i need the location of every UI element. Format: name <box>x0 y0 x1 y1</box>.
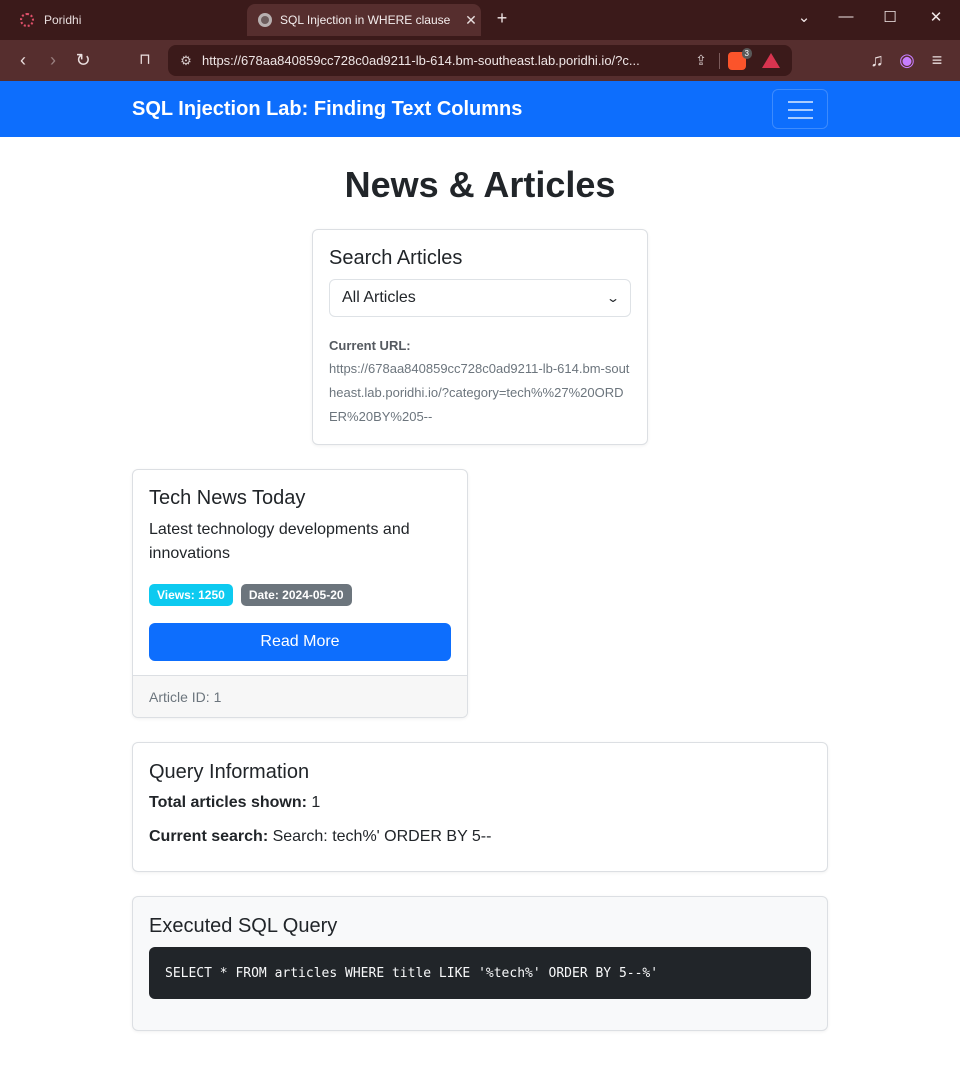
chevron-down-icon: ⌄ <box>605 291 621 305</box>
current-search-line: Current search: Search: tech%' ORDER BY … <box>149 828 811 846</box>
current-url-label: Current URL: <box>329 338 411 353</box>
navbar-brand[interactable]: SQL Injection Lab: Finding Text Columns <box>132 98 522 121</box>
query-info-card: Query Information Total articles shown: … <box>132 742 828 872</box>
sql-query-card: Executed SQL Query SELECT * FROM article… <box>132 896 828 1031</box>
url-text[interactable]: https://678aa840859cc728c0ad9211-lb-614.… <box>202 53 691 68</box>
tab-poridhi[interactable]: Poridhi <box>8 6 208 34</box>
hamburger-line <box>788 109 813 111</box>
page-title: News & Articles <box>344 164 616 205</box>
total-articles-line: Total articles shown: 1 <box>149 794 811 812</box>
globe-icon <box>258 13 272 27</box>
query-info-heading: Query Information <box>149 761 310 783</box>
divider <box>719 52 720 69</box>
sql-query-text: SELECT * FROM articles WHERE title LIKE … <box>165 965 659 981</box>
profile-icon[interactable]: ◉ <box>896 49 918 71</box>
hamburger-line <box>788 117 813 119</box>
hamburger-line <box>788 101 813 103</box>
current-search-label: Current search: <box>149 828 269 845</box>
menu-icon[interactable]: ≡ <box>926 49 948 71</box>
search-card: Search Articles All Articles ⌄ Current U… <box>312 229 648 445</box>
address-bar[interactable]: ⚙ https://678aa840859cc728c0ad9211-lb-61… <box>168 45 792 76</box>
category-select[interactable]: All Articles ⌄ <box>329 279 631 317</box>
total-articles-label: Total articles shown: <box>149 794 307 811</box>
close-window-button[interactable]: ✕ <box>924 8 948 26</box>
views-badge: Views: 1250 <box>149 584 233 606</box>
current-url-value: https://678aa840859cc728c0ad9211-lb-614.… <box>329 361 630 424</box>
brave-rewards-icon[interactable] <box>762 53 780 68</box>
close-tab-icon[interactable]: ✕ <box>461 12 481 29</box>
new-tab-button[interactable]: + <box>492 8 512 29</box>
tab-title: SQL Injection in WHERE clause <box>280 13 451 27</box>
reload-icon[interactable]: ↻ <box>72 49 94 71</box>
read-more-button[interactable]: Read More <box>149 623 451 661</box>
search-heading: Search Articles <box>329 247 463 269</box>
forward-icon[interactable]: › <box>42 49 64 71</box>
article-footer: Article ID: 1 <box>133 675 467 717</box>
sql-query-heading: Executed SQL Query <box>149 915 338 937</box>
shield-count-badge: 3 <box>741 47 752 59</box>
media-icon[interactable]: ♫ <box>866 49 888 71</box>
category-selected-value: All Articles <box>342 289 416 306</box>
bookmark-icon[interactable]: ⊓ <box>134 49 156 71</box>
tab-sql-injection[interactable]: SQL Injection in WHERE clause ✕ <box>247 4 481 36</box>
tab-list-chevron-icon[interactable]: ⌄ <box>792 8 816 26</box>
back-icon[interactable]: ‹ <box>12 49 34 71</box>
date-badge: Date: 2024-05-20 <box>240 584 352 606</box>
tab-title: Poridhi <box>44 13 82 27</box>
sql-code-block: SELECT * FROM articles WHERE title LIKE … <box>149 947 811 999</box>
current-search-value: Search: tech%' ORDER BY 5-- <box>272 828 492 845</box>
article-card: Tech News Today Latest technology develo… <box>132 469 468 718</box>
site-navbar: SQL Injection Lab: Finding Text Columns <box>0 81 960 137</box>
share-icon[interactable]: ⇪ <box>691 52 711 69</box>
browser-toolbar: ‹ › ↻ ⊓ ⚙ https://678aa840859cc728c0ad92… <box>0 40 960 81</box>
navbar-toggler-button[interactable] <box>772 89 828 129</box>
browser-titlebar: Poridhi SQL Injection in WHERE clause ✕ … <box>0 0 960 40</box>
article-title: Tech News Today <box>149 487 306 509</box>
minimize-button[interactable]: — <box>834 8 858 25</box>
loading-icon <box>20 13 34 27</box>
site-settings-icon[interactable]: ⚙ <box>178 53 194 69</box>
brave-shields-icon[interactable]: 3 <box>728 47 752 70</box>
article-description: Latest technology developments and innov… <box>149 521 410 562</box>
total-articles-value: 1 <box>311 794 321 811</box>
maximize-button[interactable]: ☐ <box>878 8 902 26</box>
